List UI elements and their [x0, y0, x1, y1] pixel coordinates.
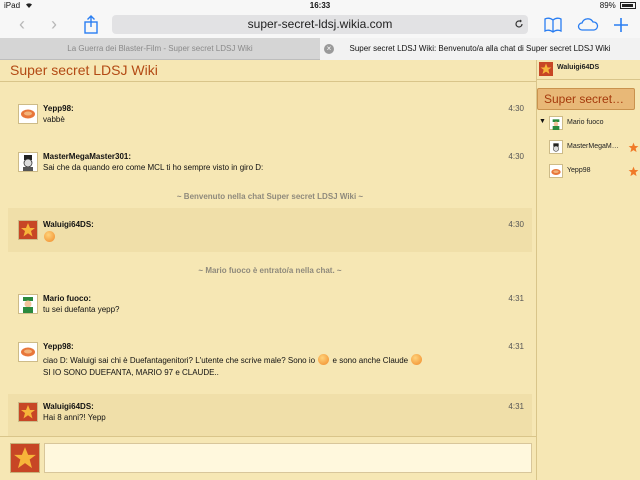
avatar [549, 164, 563, 178]
avatar[interactable] [18, 104, 38, 124]
avatar [10, 443, 40, 473]
clock: 16:33 [309, 1, 331, 10]
tab-label: Super secret LDSJ Wiki: Benvenuto/a alla… [349, 44, 611, 53]
tab-chat[interactable]: × Super secret LDSJ Wiki: Benvenuto/a al… [320, 38, 640, 60]
emoji-icon [411, 354, 423, 365]
chat-notice: ~ Mario fuoco è entrato/a nella chat. ~ [198, 266, 342, 275]
message-text: ciao D: Waluigi sai chi è Duefantagenito… [43, 354, 423, 367]
battery-icon [620, 2, 636, 9]
chat-message: Mario fuoco: 4:31 tu sei duefanta yepp? [8, 286, 532, 322]
bookmarks-icon[interactable] [542, 14, 564, 36]
message-author[interactable]: Waluigi64DS: [43, 402, 94, 411]
chat-input-area [0, 436, 536, 480]
cloud-icon[interactable] [576, 14, 599, 36]
wiki-title[interactable]: Super secret LDSJ Wiki [10, 62, 158, 78]
star-icon [628, 164, 639, 182]
message-text: Sai che da quando ero come MCL ti ho sem… [43, 163, 264, 172]
user-name: Mario fuoco [567, 119, 604, 126]
message-author[interactable]: MasterMegaMaster301: [43, 152, 131, 161]
avatar[interactable] [18, 342, 38, 362]
add-tab-icon[interactable] [610, 14, 632, 36]
user-list-item[interactable]: Yepp98 [549, 164, 640, 180]
message-time: 4:31 [508, 294, 524, 303]
star-icon [628, 140, 639, 158]
avatar[interactable] [18, 220, 38, 240]
tab-blaster-film[interactable]: La Guerra dei Blaster-Film - Super secre… [0, 38, 320, 60]
message-author[interactable]: Yepp98: [43, 104, 74, 113]
share-icon[interactable] [80, 14, 102, 36]
avatar[interactable] [18, 152, 38, 172]
avatar[interactable] [18, 402, 38, 422]
message-time: 4:30 [508, 104, 524, 113]
reload-icon[interactable] [514, 15, 524, 35]
url-text: super-secret-ldsj.wikia.com [247, 17, 393, 31]
forward-icon[interactable]: › [44, 14, 64, 34]
message-text-line2: SI IO SONO DUEFANTA, MARIO 97 e CLAUDE.. [43, 368, 219, 377]
battery-percent: 89% [599, 1, 616, 10]
tab-label: La Guerra dei Blaster-Film - Super secre… [67, 44, 253, 53]
message-time: 4:30 [508, 152, 524, 161]
message-text: Hai 8 anni?! Yepp [43, 413, 106, 422]
status-bar: iPad 16:33 89% [0, 0, 640, 12]
avatar[interactable] [18, 294, 38, 314]
tab-bar: La Guerra dei Blaster-Film - Super secre… [0, 38, 640, 60]
chat-message: MasterMegaMaster301: 4:30 Sai che da qua… [8, 146, 532, 182]
room-button[interactable]: Super secret… [537, 88, 635, 110]
chat-message: Waluigi64DS: 4:30 [8, 208, 532, 252]
close-icon[interactable]: × [324, 44, 334, 54]
chat-message: Waluigi64DS: 4:31 Hai 8 anni?! Yepp [8, 394, 532, 436]
message-time: 4:31 [508, 402, 524, 411]
collapse-icon[interactable]: ▼ [539, 118, 546, 125]
address-bar[interactable]: super-secret-ldsj.wikia.com [112, 15, 528, 34]
message-text [43, 231, 56, 244]
message-input[interactable] [44, 443, 532, 473]
user-list-item[interactable]: Mario fuoco [549, 116, 640, 132]
avatar [549, 140, 563, 154]
emoji-icon [44, 231, 55, 242]
avatar [539, 62, 553, 76]
message-text: tu sei duefanta yepp? [43, 305, 120, 314]
back-icon[interactable]: ‹ [12, 14, 32, 34]
message-author[interactable]: Waluigi64DS: [43, 220, 94, 229]
user-name: Yepp98 [567, 167, 591, 174]
user-name: MasterMegaM… [567, 143, 619, 150]
current-user[interactable]: Waluigi64DS [537, 60, 640, 80]
message-author[interactable]: Mario fuoco: [43, 294, 91, 303]
message-text: vabbè [43, 115, 65, 124]
message-list[interactable]: Yepp98: 4:30 vabbè MasterMegaMaster301: … [8, 90, 532, 436]
user-sidebar: Waluigi64DS Super secret… ▼ Mario fuoco … [536, 60, 640, 480]
chat-message: Yepp98: 4:30 vabbè [8, 98, 532, 134]
user-list-item[interactable]: MasterMegaM… [549, 140, 640, 156]
emoji-icon [318, 354, 330, 365]
chat-header: Super secret LDSJ Wiki [0, 60, 536, 82]
battery-indicator: 89% [600, 1, 636, 10]
message-text-part: ciao D: Waluigi sai chi è Duefantagenito… [43, 356, 316, 365]
message-text-part: e sono anche Claude [332, 356, 409, 365]
current-user-name: Waluigi64DS [557, 64, 600, 71]
message-time: 4:30 [508, 220, 524, 229]
browser-toolbar: ‹ › super-secret-ldsj.wikia.com [0, 12, 640, 38]
avatar [549, 116, 563, 130]
message-author[interactable]: Yepp98: [43, 342, 74, 351]
chat-notice: ~ Benvenuto nella chat Super secret LDSJ… [176, 192, 364, 201]
chat-message: Yepp98: 4:31 ciao D: Waluigi sai chi è D… [8, 334, 532, 384]
message-time: 4:31 [508, 342, 524, 351]
